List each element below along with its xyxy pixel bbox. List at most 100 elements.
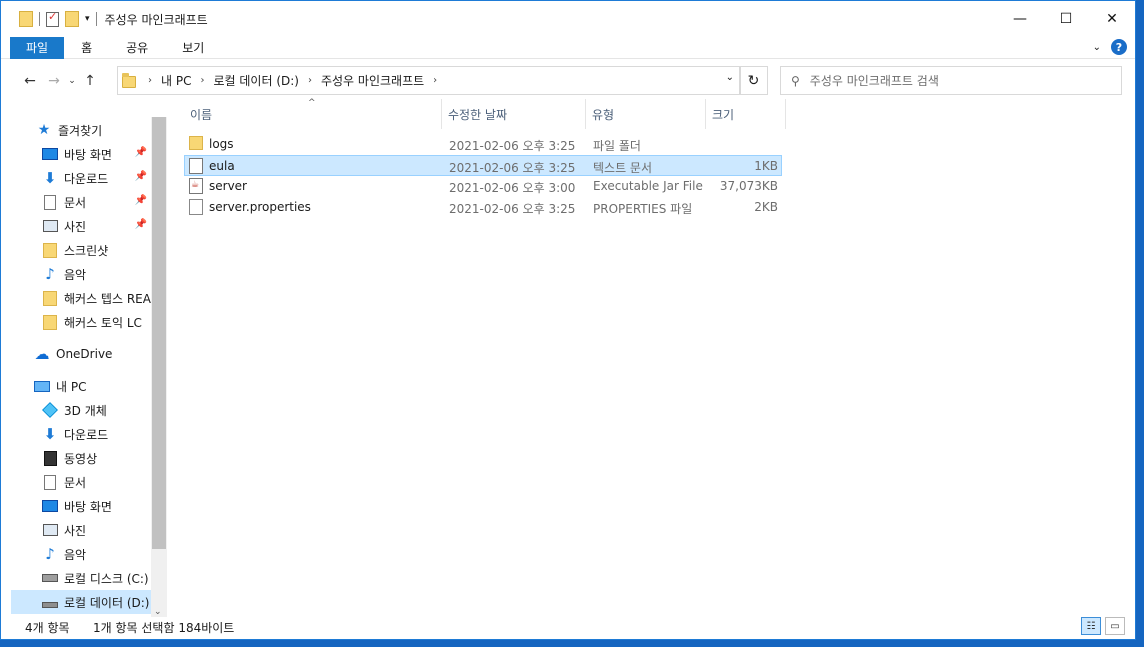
- column-header-name[interactable]: 이름 ^: [184, 98, 442, 129]
- nav-item-screenshots[interactable]: 스크린샷: [1, 238, 151, 262]
- jar-file-icon: [189, 178, 203, 194]
- help-icon[interactable]: ?: [1111, 39, 1127, 55]
- file-row-logs[interactable]: logs 2021-02-06 오후 3:25 파일 폴더: [184, 134, 782, 155]
- nav-item-label: 내 PC: [56, 379, 87, 394]
- file-row-server[interactable]: server 2021-02-06 오후 3:00 Executable Jar…: [184, 176, 782, 197]
- file-name: server: [209, 179, 247, 193]
- maximize-button[interactable]: ☐: [1043, 1, 1089, 37]
- file-type: Executable Jar File: [593, 179, 703, 193]
- properties-icon[interactable]: [46, 10, 59, 27]
- chevron-right-icon[interactable]: ›: [148, 75, 152, 86]
- details-view-button[interactable]: ☷: [1081, 617, 1101, 635]
- nav-item-label: 음악: [64, 547, 87, 562]
- column-label: 유형: [592, 107, 615, 122]
- pin-icon[interactable]: 📌: [135, 171, 147, 182]
- folder-icon: [43, 290, 57, 306]
- tab-home[interactable]: 홈: [64, 37, 109, 59]
- file-name: server.properties: [209, 200, 311, 214]
- file-row-eula[interactable]: eula 2021-02-06 오후 3:25 텍스트 문서 1KB: [184, 155, 782, 176]
- nav-item-hackers-toeic[interactable]: 해커스 토익 LC: [1, 310, 151, 334]
- column-header-date[interactable]: 수정한 날짜: [442, 99, 586, 129]
- address-dropdown-chevron-icon[interactable]: ⌄: [726, 72, 734, 83]
- nav-item-this-pc[interactable]: 내 PC: [1, 374, 151, 398]
- nav-item-documents-pc[interactable]: 문서: [1, 470, 151, 494]
- chevron-right-icon[interactable]: ›: [308, 75, 312, 86]
- search-icon: ⚲: [791, 73, 800, 88]
- column-header-type[interactable]: 유형: [586, 99, 706, 129]
- close-button[interactable]: ✕: [1089, 1, 1135, 37]
- nav-item-label: 다운로드: [64, 427, 109, 442]
- customize-toolbar-chevron-icon[interactable]: ▾: [85, 14, 90, 24]
- file-date: 2021-02-06 오후 3:00: [449, 181, 576, 195]
- nav-item-label: 다운로드: [64, 171, 109, 186]
- nav-scrollbar[interactable]: ⌄: [151, 117, 167, 617]
- pin-icon[interactable]: 📌: [135, 147, 147, 158]
- music-icon: ♪: [45, 545, 55, 563]
- recent-locations-chevron-icon[interactable]: ⌄: [66, 76, 78, 86]
- nav-item-hackers-teps[interactable]: 해커스 텝스 REA: [1, 286, 151, 310]
- nav-item-drive-c[interactable]: 로컬 디스크 (C:): [1, 566, 151, 590]
- pin-icon[interactable]: 📌: [135, 195, 147, 206]
- nav-item-music-pc[interactable]: ♪ 음악: [1, 542, 151, 566]
- file-name: eula: [209, 159, 235, 173]
- file-type: 텍스트 문서: [593, 161, 653, 175]
- tab-file[interactable]: 파일: [10, 36, 65, 59]
- nav-item-documents[interactable]: 문서 📌: [1, 190, 151, 214]
- chevron-right-icon[interactable]: ›: [200, 75, 204, 86]
- address-bar[interactable]: › 내 PC › 로컬 데이터 (D:) › 주성우 마인크래프트 › ⌄: [117, 66, 741, 95]
- nav-item-label: 3D 개체: [64, 403, 107, 418]
- nav-item-label: 스크린샷: [64, 243, 109, 258]
- nav-item-pictures-pc[interactable]: 사진: [1, 518, 151, 542]
- large-icons-view-button[interactable]: ▭: [1105, 617, 1125, 635]
- desktop-icon: [42, 148, 58, 160]
- nav-item-quick-access[interactable]: ★ 즐겨찾기: [1, 118, 151, 142]
- music-icon: ♪: [45, 265, 55, 283]
- file-type: 파일 폴더: [593, 139, 641, 153]
- refresh-icon: ↻: [747, 72, 760, 89]
- expand-ribbon-chevron-icon[interactable]: ⌄: [1093, 42, 1101, 53]
- sort-ascending-icon: ^: [308, 98, 316, 108]
- nav-item-desktop-pc[interactable]: 바탕 화면: [1, 494, 151, 518]
- file-date: 2021-02-06 오후 3:25: [449, 139, 576, 153]
- nav-item-music[interactable]: ♪ 음악: [1, 262, 151, 286]
- nav-item-downloads[interactable]: ⬇ 다운로드 📌: [1, 166, 151, 190]
- breadcrumb-current-folder[interactable]: 주성우 마인크래프트: [321, 72, 424, 89]
- file-size: 1KB: [754, 159, 778, 173]
- up-arrow-icon[interactable]: ↑: [78, 73, 102, 89]
- document-icon: [44, 474, 56, 490]
- desktop-icon: [42, 500, 58, 512]
- refresh-button[interactable]: ↻: [739, 66, 768, 95]
- status-bar: 4개 항목 1개 항목 선택함 184바이트 ☷ ▭: [1, 615, 1135, 639]
- nav-item-label: 음악: [64, 267, 87, 282]
- breadcrumb-drive-d[interactable]: 로컬 데이터 (D:): [213, 72, 298, 89]
- search-input[interactable]: ⚲ 주성우 마인크래프트 검색: [780, 66, 1122, 95]
- nav-item-drive-d[interactable]: 로컬 데이터 (D:): [11, 590, 151, 614]
- chevron-right-icon[interactable]: ›: [433, 75, 437, 86]
- file-size: 2KB: [754, 200, 778, 214]
- column-header-size[interactable]: 크기: [706, 99, 786, 129]
- document-icon: [44, 194, 56, 210]
- tab-view[interactable]: 보기: [165, 37, 221, 59]
- nav-item-downloads-pc[interactable]: ⬇ 다운로드: [1, 422, 151, 446]
- scrollbar-thumb[interactable]: [152, 117, 166, 549]
- nav-item-label: 바탕 화면: [64, 147, 112, 162]
- breadcrumb-this-pc[interactable]: 내 PC: [161, 72, 191, 89]
- new-folder-icon[interactable]: [65, 11, 79, 27]
- nav-item-videos[interactable]: 동영상: [1, 446, 151, 470]
- tab-share[interactable]: 공유: [109, 37, 165, 59]
- forward-arrow-icon[interactable]: →: [42, 73, 66, 89]
- quick-access-toolbar: ▾: [19, 10, 97, 27]
- explorer-window: ▾ 주성우 마인크래프트 — ☐ ✕ 파일 홈 공유 보기 ⌄ ? ← → ⌄ …: [0, 0, 1136, 640]
- nav-item-label: 즐겨찾기: [58, 123, 103, 138]
- nav-item-onedrive[interactable]: ☁ OneDrive: [1, 342, 151, 366]
- back-arrow-icon[interactable]: ←: [18, 73, 42, 89]
- file-size: 37,073KB: [719, 179, 778, 193]
- nav-item-3d-objects[interactable]: 3D 개체: [1, 398, 151, 422]
- nav-item-desktop[interactable]: 바탕 화면 📌: [1, 142, 151, 166]
- nav-item-pictures[interactable]: 사진 📌: [1, 214, 151, 238]
- nav-item-label: 문서: [64, 475, 87, 490]
- pin-icon[interactable]: 📌: [135, 219, 147, 230]
- minimize-button[interactable]: —: [997, 1, 1043, 37]
- drive-c-icon: [42, 574, 58, 582]
- file-row-server-properties[interactable]: server.properties 2021-02-06 오후 3:25 PRO…: [184, 197, 782, 218]
